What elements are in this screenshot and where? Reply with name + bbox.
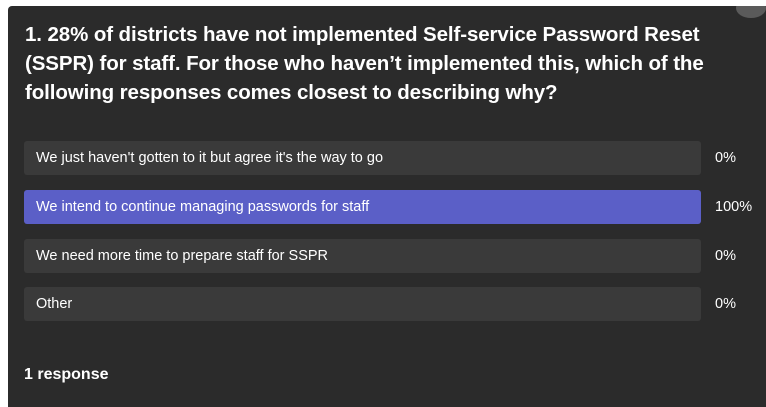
poll-card: 1. 28% of districts have not implemented…: [8, 6, 766, 407]
poll-option-2[interactable]: We need more time to prepare staff for S…: [24, 239, 764, 273]
option-percentage: 0%: [715, 150, 736, 166]
option-label: We just haven't gotten to it but agree i…: [36, 150, 384, 166]
option-bar: We need more time to prepare staff for S…: [24, 239, 701, 273]
card-corner-decoration: [736, 6, 766, 18]
response-count: 1 response: [24, 366, 109, 383]
poll-question: 1. 28% of districts have not implemented…: [25, 23, 704, 104]
option-percentage: 0%: [715, 296, 736, 312]
option-percentage: 100%: [715, 199, 753, 215]
option-percentage: 0%: [715, 248, 736, 264]
poll-option-3[interactable]: Other 0%: [24, 287, 764, 321]
option-bar: We just haven't gotten to it but agree i…: [24, 141, 701, 175]
option-label: We need more time to prepare staff for S…: [36, 248, 329, 264]
option-label: We intend to continue managing passwords…: [36, 199, 370, 215]
poll-option-0[interactable]: We just haven't gotten to it but agree i…: [24, 141, 764, 175]
poll-option-1[interactable]: We intend to continue managing passwords…: [24, 190, 764, 224]
option-bar: Other: [24, 287, 701, 321]
option-label: Other: [36, 296, 73, 312]
option-bar: We intend to continue managing passwords…: [24, 190, 701, 224]
